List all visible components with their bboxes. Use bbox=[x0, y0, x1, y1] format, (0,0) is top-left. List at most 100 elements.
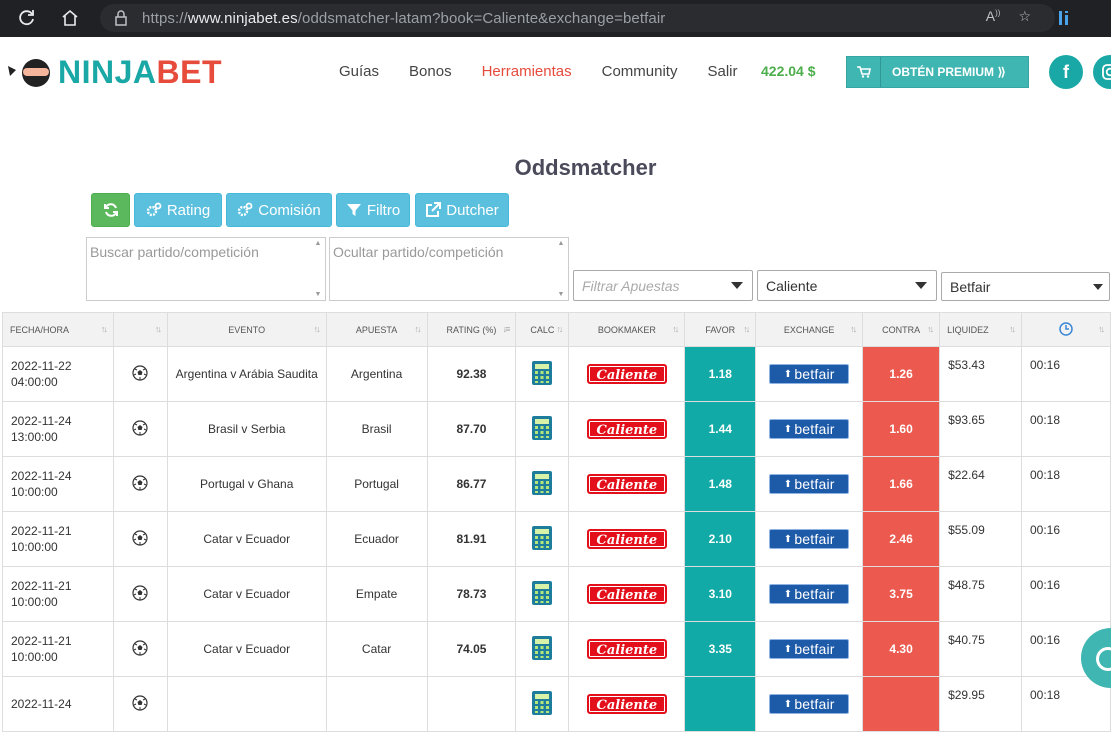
exchange-cell[interactable]: ⬆ betfair bbox=[755, 566, 864, 622]
row-bet: Argentina bbox=[325, 346, 428, 402]
exchange-cell[interactable]: ⬆ betfair bbox=[755, 621, 864, 677]
row-event bbox=[166, 676, 327, 732]
calculator-icon[interactable] bbox=[531, 470, 553, 496]
sort-icon: ↑↓ bbox=[672, 324, 679, 334]
favorites-icon[interactable]: ☆ bbox=[1018, 8, 1031, 25]
calc-cell[interactable] bbox=[515, 401, 570, 457]
col-sport[interactable]: ↑↓ bbox=[112, 312, 168, 347]
calc-cell[interactable] bbox=[515, 676, 570, 732]
ninjabet-logo[interactable]: NINJABET bbox=[6, 54, 222, 91]
caliente-logo: Caliente bbox=[586, 694, 667, 714]
chat-icon bbox=[1096, 647, 1111, 671]
filtro-button[interactable]: Filtro bbox=[336, 193, 410, 227]
sort-icon: ↑↓ bbox=[927, 324, 934, 334]
row-bet: Catar bbox=[325, 621, 428, 677]
row-updated: 00:16 bbox=[1021, 346, 1111, 402]
col-exchange[interactable]: EXCHANGE ↑↓ bbox=[755, 312, 864, 347]
table-row[interactable]: 2022-11-24 Caliente ⬆ betfair $29.95 00:1… bbox=[2, 676, 1111, 732]
nav-community[interactable]: Community bbox=[602, 63, 678, 80]
nav-herramientas[interactable]: Herramientas bbox=[482, 63, 572, 80]
exchange-cell[interactable]: ⬆ betfair bbox=[755, 401, 864, 457]
table-row[interactable]: 2022-11-24 10:00:00 Portugal v Ghana Port… bbox=[2, 456, 1111, 512]
cogs-icon bbox=[238, 202, 253, 217]
comision-button[interactable]: Comisión bbox=[226, 193, 332, 227]
row-datetime: 2022-11-21 10:00:00 bbox=[2, 566, 114, 622]
col-contra[interactable]: CONTRA ↑↓ bbox=[862, 312, 941, 347]
table-row[interactable]: 2022-11-24 13:00:00 Brasil v Serbia Brasi… bbox=[2, 401, 1111, 457]
exchange-cell[interactable]: ⬆ betfair bbox=[755, 346, 864, 402]
table-row[interactable]: 2022-11-21 10:00:00 Catar v Ecuador Ecuad… bbox=[2, 511, 1111, 567]
row-event: Brasil v Serbia bbox=[166, 401, 327, 457]
scrollbar[interactable]: ▲ ▼ bbox=[556, 240, 566, 298]
col-fecha[interactable]: FECHA/HORA ↑↓ bbox=[2, 312, 114, 347]
exchange-select[interactable]: Betfair bbox=[941, 272, 1110, 301]
table-row[interactable]: 2022-11-21 10:00:00 Catar v Ecuador Empat… bbox=[2, 566, 1111, 622]
sport-cell bbox=[112, 346, 168, 402]
bookmaker-cell[interactable]: Caliente bbox=[568, 621, 686, 677]
calc-cell[interactable] bbox=[515, 566, 570, 622]
calculator-icon[interactable] bbox=[531, 360, 553, 386]
hide-match-field[interactable]: Ocultar partido/competición ▲ ▼ bbox=[329, 237, 569, 301]
exchange-cell[interactable]: ⬆ betfair bbox=[755, 676, 864, 732]
calculator-icon[interactable] bbox=[531, 525, 553, 551]
read-aloud-icon[interactable]: A)) bbox=[986, 8, 1001, 25]
col-calc[interactable]: CALC ↑↓ bbox=[515, 312, 570, 347]
col-rating[interactable]: RATING (%) ↓≡ bbox=[426, 312, 517, 347]
row-datetime: 2022-11-24 10:00:00 bbox=[2, 456, 114, 512]
bookmaker-cell[interactable]: Caliente bbox=[568, 676, 686, 732]
bets-filter-select[interactable]: Filtrar Apuestas bbox=[573, 270, 753, 301]
bookmaker-cell[interactable]: Caliente bbox=[568, 511, 686, 567]
bookmaker-cell[interactable]: Caliente bbox=[568, 456, 686, 512]
scrollbar[interactable]: ▲ ▼ bbox=[313, 240, 323, 298]
calculator-icon[interactable] bbox=[531, 415, 553, 441]
exchange-cell[interactable]: ⬆ betfair bbox=[755, 456, 864, 512]
exchange-cell[interactable]: ⬆ betfair bbox=[755, 511, 864, 567]
address-bar[interactable]: https://www.ninjabet.es/oddsmatcher-lata… bbox=[100, 4, 1055, 32]
sort-icon: ↑↓ bbox=[154, 324, 162, 334]
col-liquidez[interactable]: LIQUIDEZ ↑↓ bbox=[939, 312, 1022, 347]
calc-cell[interactable] bbox=[515, 346, 570, 402]
premium-button[interactable]: OBTÉN PREMIUM ⟫ bbox=[846, 56, 1029, 88]
calculator-icon[interactable] bbox=[531, 690, 553, 716]
sport-cell bbox=[112, 456, 168, 512]
bookmaker-select[interactable]: Caliente bbox=[757, 270, 937, 301]
rating-button[interactable]: Rating bbox=[134, 193, 222, 227]
ninja-mask-icon bbox=[8, 58, 50, 87]
calc-cell[interactable] bbox=[515, 621, 570, 677]
table-header: FECHA/HORA ↑↓ ↑↓ EVENTO ↑↓ APUESTA ↑↓ RATIN… bbox=[2, 312, 1111, 347]
sort-icon: ↑↓ bbox=[414, 324, 422, 334]
balance: 422.04 $ bbox=[761, 63, 816, 79]
caliente-logo: Caliente bbox=[586, 474, 667, 494]
row-datetime: 2022-11-22 04:00:00 bbox=[2, 346, 114, 402]
calculator-icon[interactable] bbox=[531, 580, 553, 606]
table-row[interactable]: 2022-11-21 10:00:00 Catar v Ecuador Catar… bbox=[2, 621, 1111, 677]
nav-bonos[interactable]: Bonos bbox=[409, 63, 452, 80]
home-icon[interactable] bbox=[60, 8, 80, 28]
bookmaker-cell[interactable]: Caliente bbox=[568, 566, 686, 622]
refresh-button[interactable] bbox=[91, 193, 130, 227]
extension-icon[interactable] bbox=[1056, 8, 1076, 28]
nav-salir[interactable]: Salir bbox=[707, 63, 737, 80]
chevron-down-icon bbox=[731, 282, 743, 289]
caliente-logo: Caliente bbox=[586, 364, 667, 384]
instagram-icon[interactable] bbox=[1093, 55, 1111, 89]
calc-cell[interactable] bbox=[515, 456, 570, 512]
col-favor[interactable]: FAVOR ↑↓ bbox=[684, 312, 757, 347]
bookmaker-cell[interactable]: Caliente bbox=[568, 401, 686, 457]
reload-icon[interactable] bbox=[17, 8, 37, 28]
sort-icon: ↑↓ bbox=[1098, 324, 1105, 334]
nav-guias[interactable]: Guías bbox=[339, 63, 379, 80]
col-bookmaker[interactable]: BOOKMAKER ↑↓ bbox=[568, 312, 686, 347]
dutcher-button[interactable]: Dutcher bbox=[415, 193, 509, 227]
sport-cell bbox=[112, 511, 168, 567]
col-apuesta[interactable]: APUESTA ↑↓ bbox=[325, 312, 428, 347]
row-contra-odds: 1.26 bbox=[862, 346, 941, 402]
col-evento[interactable]: EVENTO ↑↓ bbox=[166, 312, 327, 347]
calc-cell[interactable] bbox=[515, 511, 570, 567]
col-updated[interactable]: ↑↓ bbox=[1021, 312, 1111, 347]
table-row[interactable]: 2022-11-22 04:00:00 Argentina v Arábia Sa… bbox=[2, 346, 1111, 402]
bookmaker-cell[interactable]: Caliente bbox=[568, 346, 686, 402]
calculator-icon[interactable] bbox=[531, 635, 553, 661]
facebook-icon[interactable]: f bbox=[1049, 55, 1083, 89]
search-match-field[interactable]: Buscar partido/competición ▲ ▼ bbox=[86, 237, 326, 301]
